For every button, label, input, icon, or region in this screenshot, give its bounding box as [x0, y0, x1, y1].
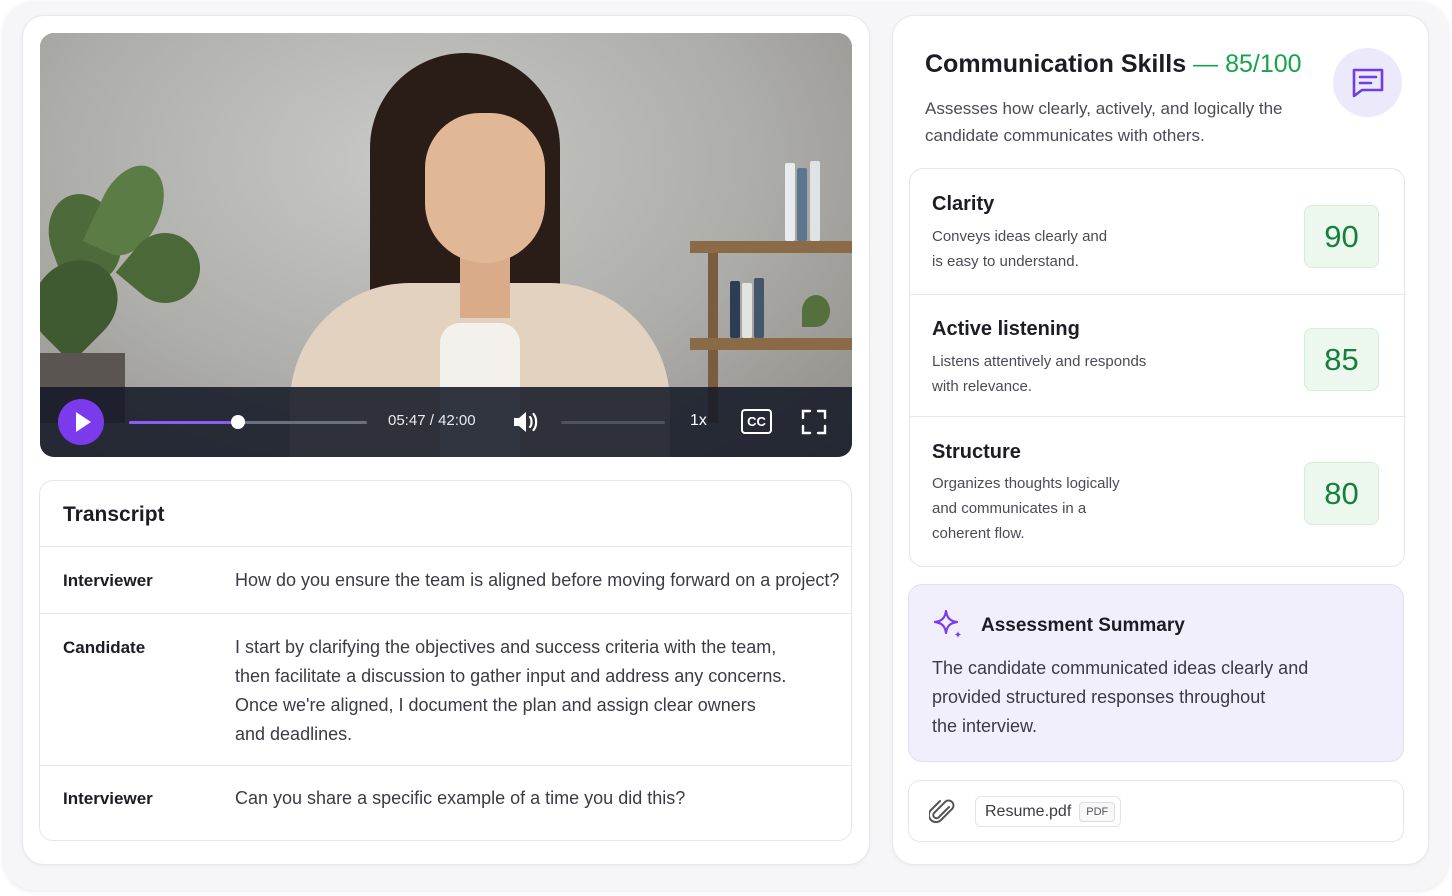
transcript-row: Candidate I start by clarifying the obje…: [40, 613, 851, 765]
metric-description: and communicates in a: [932, 500, 1087, 517]
book: [797, 168, 807, 241]
attachment-bar: Resume.pdf PDF: [908, 780, 1404, 842]
book: [730, 281, 740, 338]
transcript-text: then facilitate a discussion to gather i…: [235, 666, 787, 686]
file-type-badge: PDF: [1079, 801, 1116, 822]
volume-slider[interactable]: [561, 421, 665, 424]
metric-description: with relevance.: [932, 378, 1033, 395]
transcript-row: Interviewer How do you ensure the team i…: [40, 546, 851, 613]
shelf-board: [690, 241, 852, 253]
sparkle-icon: [933, 609, 962, 638]
play-icon: [75, 412, 91, 432]
transcript-text: Once we're aligned, I document the plan …: [235, 695, 756, 715]
metric-name: Structure: [932, 441, 1021, 463]
metric-score: 90: [1304, 205, 1379, 268]
transcript-text: I start by clarifying the objectives and…: [235, 637, 777, 657]
skill-description: Assesses how clearly, actively, and logi…: [925, 99, 1283, 118]
book: [742, 283, 752, 338]
transcript-text: and deadlines.: [235, 724, 353, 744]
plant-decor: [802, 295, 830, 327]
duration: 42:00: [438, 412, 476, 429]
playback-speed-button[interactable]: 1x: [690, 412, 707, 430]
summary-text: the interview.: [932, 716, 1038, 736]
divider: [910, 294, 1406, 295]
progress-bar[interactable]: [129, 415, 367, 429]
paperclip-icon[interactable]: [929, 797, 957, 827]
book: [785, 163, 795, 241]
progress-handle[interactable]: [230, 415, 245, 429]
chat-icon: [1352, 68, 1383, 97]
fullscreen-icon[interactable]: [800, 408, 828, 436]
speaker-label: Interviewer: [63, 571, 153, 590]
current-time: 05:47: [388, 412, 426, 429]
metric-name: Active listening: [932, 318, 1080, 340]
skill-title: Communication Skills — 85/100: [925, 50, 1302, 79]
play-button[interactable]: [58, 399, 104, 445]
speaker-label: Interviewer: [63, 789, 153, 808]
time-display: 05:47 / 42:00: [388, 412, 476, 429]
assessment-summary: Assessment Summary The candidate communi…: [908, 584, 1404, 762]
transcript-text: Can you share a specific example of a ti…: [235, 788, 686, 808]
summary-text: provided structured responses throughout: [932, 687, 1266, 707]
speaker-label: Candidate: [63, 638, 146, 657]
metric-description: Organizes thoughts logically: [932, 475, 1120, 492]
progress-fill: [129, 421, 238, 424]
captions-button[interactable]: CC: [741, 409, 772, 434]
summary-title: Assessment Summary: [981, 615, 1185, 636]
divider: [910, 416, 1406, 417]
resume-file[interactable]: Resume.pdf PDF: [975, 796, 1122, 827]
metric-name: Clarity: [932, 193, 995, 215]
file-name: Resume.pdf: [985, 802, 1072, 820]
transcript-text: How do you ensure the team is aligned be…: [235, 570, 840, 590]
volume-icon[interactable]: [512, 409, 540, 435]
person-face: [425, 113, 545, 263]
transcript-title: Transcript: [63, 503, 165, 526]
chat-badge: [1333, 48, 1402, 117]
summary-text: The candidate communicated ideas clearly…: [932, 658, 1309, 678]
skill-description: candidate communicates with others.: [925, 126, 1205, 145]
metric-description: Listens attentively and responds: [932, 353, 1147, 370]
metric-score: 85: [1304, 328, 1379, 391]
transcript-row: Interviewer Can you share a specific exa…: [40, 765, 851, 840]
metric-description: coherent flow.: [932, 525, 1025, 542]
book: [754, 278, 764, 338]
shelf-board: [690, 338, 852, 350]
skill-name: Communication Skills: [925, 50, 1187, 78]
book: [810, 161, 820, 241]
transcript-panel: Transcript Interviewer How do you ensure…: [39, 480, 852, 841]
metric-score: 80: [1304, 462, 1379, 525]
metric-description: is easy to understand.: [932, 253, 1079, 270]
skill-score: — 85/100: [1193, 50, 1302, 78]
metric-description: Conveys ideas clearly and: [932, 228, 1108, 245]
time-separator: /: [429, 412, 434, 429]
video-player[interactable]: 05:47 / 42:00 1x CC: [40, 33, 852, 457]
metrics-card: Clarity Conveys ideas clearly and is eas…: [909, 168, 1406, 567]
video-controls: 05:47 / 42:00 1x CC: [40, 387, 852, 457]
